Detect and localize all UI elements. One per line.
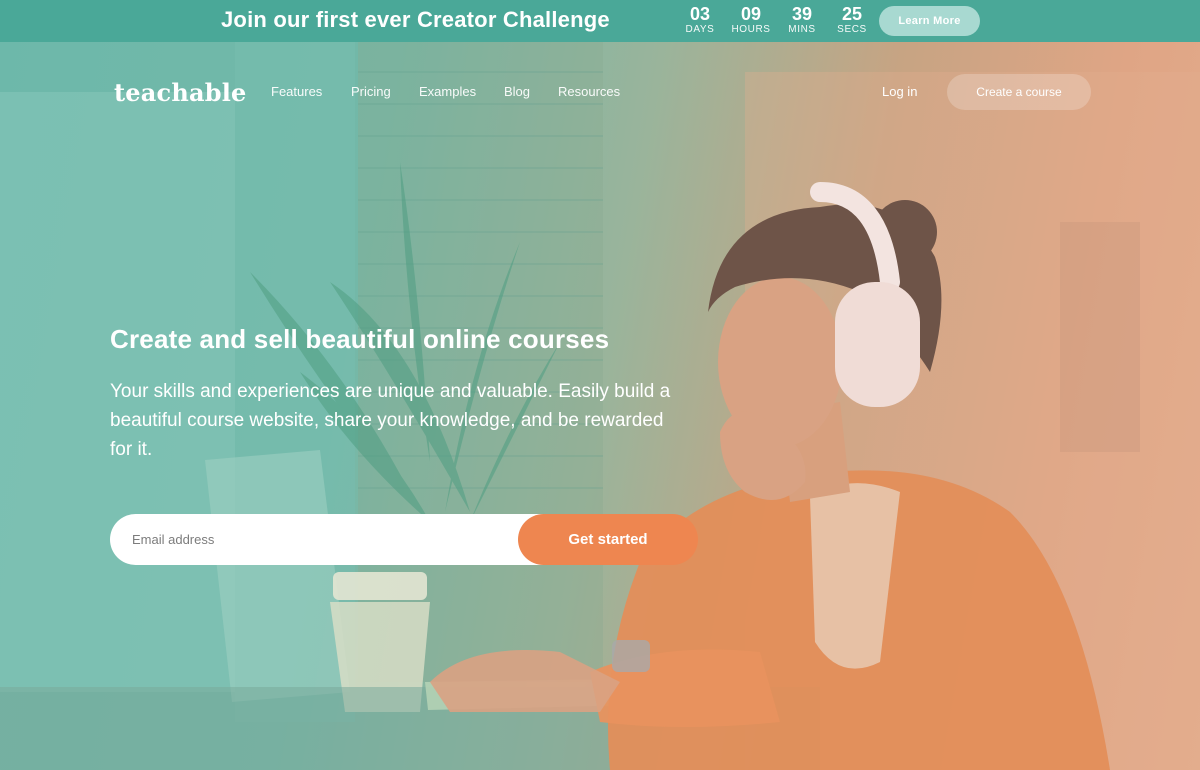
get-started-button[interactable]: Get started	[518, 514, 698, 565]
nav-examples[interactable]: Examples	[419, 84, 476, 99]
countdown-mins-label: MINS	[788, 24, 816, 35]
learn-more-button[interactable]: Learn More	[879, 6, 980, 36]
announcement-text: Join our first ever Creator Challenge	[221, 7, 610, 32]
create-course-button[interactable]: Create a course	[947, 74, 1091, 110]
countdown-hours-value: 09	[740, 4, 762, 24]
countdown-hours: 09 HOURS	[726, 4, 776, 36]
countdown-days-value: 03	[689, 4, 711, 24]
countdown-days-label: DAYS	[685, 24, 715, 35]
nav-pricing[interactable]: Pricing	[351, 84, 391, 99]
hero-headline: Create and sell beautiful online courses	[110, 324, 610, 354]
login-link[interactable]: Log in	[882, 84, 917, 99]
countdown-days: 03 DAYS	[676, 4, 724, 36]
countdown-secs: 25 SECS	[828, 4, 876, 36]
countdown-hours-label: HOURS	[731, 24, 771, 35]
countdown-mins-value: 39	[791, 4, 813, 24]
countdown-secs-label: SECS	[837, 24, 867, 35]
announcement-bar: Join our first ever Creator Challenge 03…	[0, 0, 1200, 42]
nav-blog[interactable]: Blog	[504, 84, 530, 99]
countdown-secs-value: 25	[841, 4, 863, 24]
teachable-logo[interactable]: teachable	[114, 78, 247, 107]
nav-resources[interactable]: Resources	[558, 84, 620, 99]
countdown-mins: 39 MINS	[778, 4, 826, 36]
countdown-timer: 03 DAYS 09 HOURS 39 MINS 25 SECS	[676, 4, 878, 36]
nav-features[interactable]: Features	[271, 84, 322, 99]
email-input[interactable]	[110, 514, 550, 565]
email-signup-form: Get started	[110, 514, 698, 565]
hero-subheadline: Your skills and experiences are unique a…	[110, 381, 671, 460]
